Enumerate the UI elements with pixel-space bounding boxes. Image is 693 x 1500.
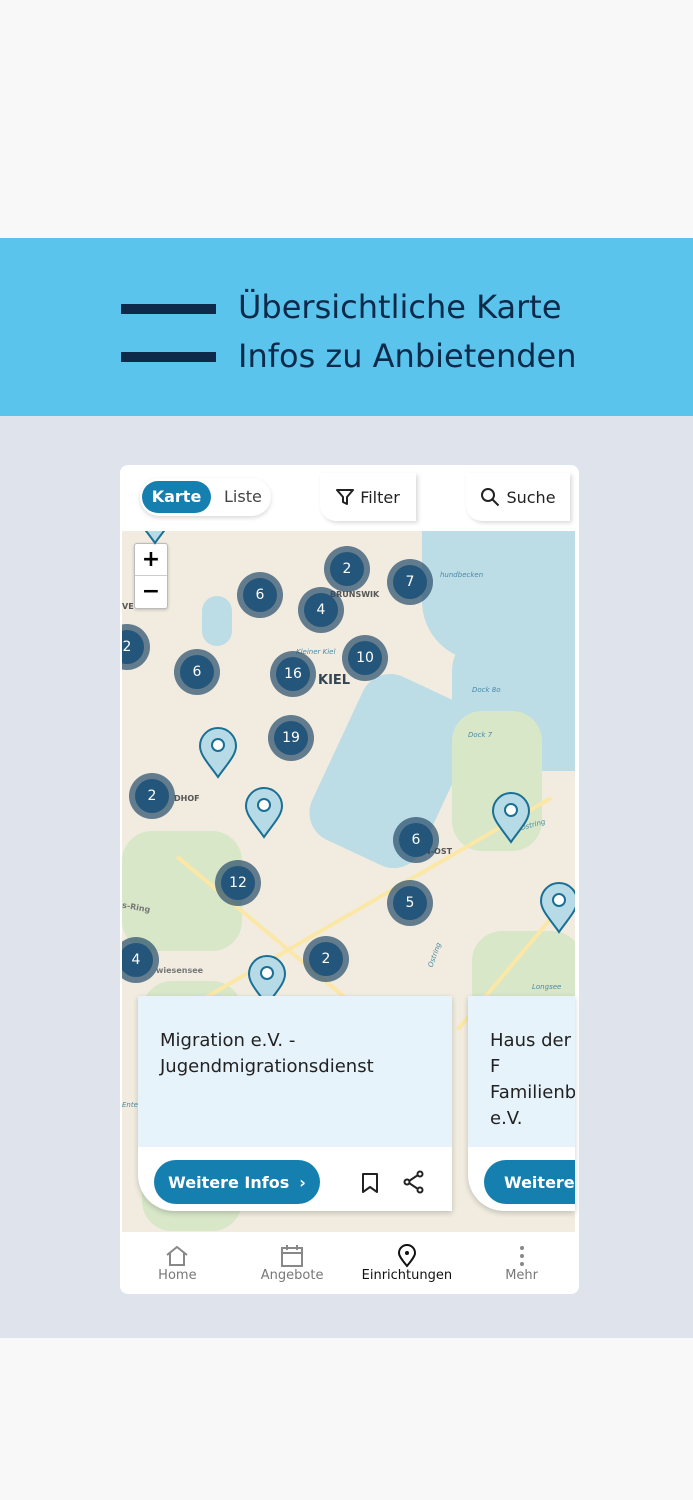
- facility-card[interactable]: Migration e.V. - Jugendmigrationsdienst …: [138, 996, 452, 1211]
- map-label: wiesensee: [156, 966, 204, 975]
- nav-home[interactable]: Home: [120, 1232, 235, 1294]
- banner-bar: [121, 352, 216, 362]
- map-label: Dock 8o: [472, 686, 501, 694]
- map-pin-icon[interactable]: [539, 882, 575, 934]
- nav-label: Angebote: [260, 1268, 324, 1283]
- map-label: Dock 7: [468, 731, 493, 739]
- more-info-button[interactable]: Weitere In: [484, 1160, 575, 1204]
- button-label: Weitere In: [504, 1172, 575, 1192]
- nav-label: Home: [158, 1268, 197, 1283]
- map-cluster[interactable]: 2: [324, 546, 370, 592]
- map-cluster[interactable]: 12: [215, 860, 261, 906]
- map-label: KIEL: [318, 673, 351, 688]
- map-cluster[interactable]: 6: [393, 817, 439, 863]
- search-button[interactable]: Suche: [466, 473, 570, 521]
- map-cluster[interactable]: 5: [387, 880, 433, 926]
- zoom-out-button[interactable]: −: [135, 576, 167, 608]
- map-cluster[interactable]: 7: [387, 559, 433, 605]
- map-label: hundbecken: [440, 571, 484, 579]
- facility-card[interactable]: Haus der F Familienb e.V. Weitere In: [468, 996, 575, 1211]
- banner-bar: [121, 304, 216, 314]
- calendar-icon: [281, 1245, 304, 1267]
- bottom-nav: Home Angebote Einrichtungen Mehr: [120, 1232, 579, 1294]
- more-info-button[interactable]: Weitere Infos ›: [154, 1160, 320, 1204]
- map-label: Ostring: [426, 941, 443, 969]
- map-pin-icon[interactable]: [491, 792, 531, 844]
- share-icon[interactable]: [402, 1170, 426, 1194]
- map-cluster[interactable]: 6: [237, 572, 283, 618]
- map-cluster[interactable]: 2: [129, 773, 175, 819]
- map-cluster[interactable]: 2: [303, 936, 349, 982]
- nav-einrichtungen[interactable]: Einrichtungen: [350, 1232, 465, 1294]
- button-label: Weitere Infos: [168, 1172, 290, 1192]
- map-cluster[interactable]: 19: [268, 715, 314, 761]
- map-pin-icon[interactable]: [198, 727, 238, 779]
- tab-liste[interactable]: Liste: [224, 481, 262, 513]
- filter-button[interactable]: Filter: [320, 473, 416, 521]
- more-vertical-icon: [519, 1246, 524, 1266]
- search-label: Suche: [506, 487, 556, 507]
- card-title: Migration e.V. - Jugendmigrationsdienst: [138, 996, 452, 1147]
- banner-line-2: Infos zu Anbietenden: [238, 337, 577, 375]
- filter-icon: [336, 489, 355, 505]
- map-label: DHOF: [174, 794, 200, 803]
- chevron-right-icon: ›: [299, 1172, 306, 1192]
- nav-angebote[interactable]: Angebote: [235, 1232, 350, 1294]
- map-cluster[interactable]: 10: [342, 635, 388, 681]
- banner-line-1: Übersichtliche Karte: [238, 288, 562, 326]
- nav-mehr[interactable]: Mehr: [464, 1232, 579, 1294]
- location-pin-icon: [397, 1244, 416, 1268]
- zoom-control: + −: [134, 543, 168, 609]
- promo-banner: Übersichtliche Karte Infos zu Anbietende…: [0, 238, 693, 416]
- map-cluster[interactable]: 6: [174, 649, 220, 695]
- nav-label: Mehr: [505, 1268, 539, 1283]
- zoom-in-button[interactable]: +: [135, 544, 167, 576]
- nav-label: Einrichtungen: [361, 1268, 453, 1283]
- map-pin-icon[interactable]: [135, 531, 175, 545]
- map-cluster[interactable]: 4: [298, 587, 344, 633]
- filter-label: Filter: [360, 487, 400, 507]
- map-cluster[interactable]: 16: [270, 651, 316, 697]
- tab-karte[interactable]: Karte: [142, 481, 211, 513]
- view-toggle: Karte Liste: [140, 478, 271, 516]
- map-pin-icon[interactable]: [244, 787, 284, 839]
- search-icon: [481, 488, 500, 507]
- home-icon: [166, 1245, 188, 1266]
- card-title: Haus der F Familienb e.V.: [468, 996, 575, 1147]
- map-label: Ente: [122, 1101, 138, 1109]
- app-screen: Karte Liste Filter Suche + − BRUNSWIK KI…: [120, 465, 579, 1294]
- bookmark-icon[interactable]: [360, 1172, 380, 1194]
- map-label: Longsee: [532, 983, 562, 991]
- map-cluster[interactable]: 2: [122, 624, 150, 670]
- map-label: VE: [122, 602, 134, 611]
